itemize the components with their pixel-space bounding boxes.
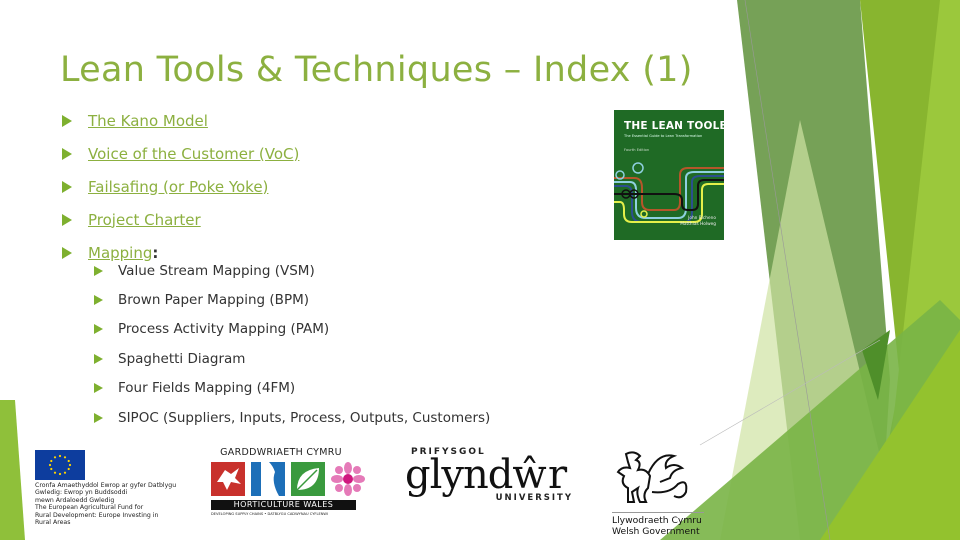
glyndwr-university-logo: PRIFYSGOL glyndŵr UNIVERSITY <box>405 447 585 503</box>
book-author: Matthias Holweg <box>680 222 716 227</box>
link-failsafing[interactable]: Failsafing (or Poke Yoke) <box>88 178 268 196</box>
triangle-bullet-icon <box>62 213 72 226</box>
facet-deep-green <box>862 330 890 400</box>
triangle-bullet-icon <box>62 147 72 160</box>
eu-flag-icon <box>35 450 85 480</box>
horticulture-band: HORTICULTURE WALES <box>211 500 356 510</box>
facet-line <box>699 339 881 446</box>
facet-light-green <box>880 0 960 540</box>
facet-pale-green <box>720 120 900 540</box>
link-voice-of-customer[interactable]: Voice of the Customer (VoC) <box>88 145 299 163</box>
sublist-item: Four Fields Mapping (4FM) <box>94 374 490 403</box>
horticulture-welsh-name: GARDDWRIAETH CYMRU <box>220 447 342 458</box>
book-title: THE LEAN TOOLBOX <box>624 120 724 132</box>
blue-river-tile-icon <box>251 462 285 496</box>
sublist-item-label: Four Fields Mapping (4FM) <box>118 380 296 397</box>
horticulture-wales-logo: GARDDWRIAETH CYMRU HORTICULTURE WALES DE… <box>211 447 381 527</box>
list-item: Project Charter <box>62 203 299 236</box>
triangle-bullet-icon <box>94 265 103 276</box>
link-project-charter[interactable]: Project Charter <box>88 211 201 229</box>
book-authors: John Bicheno Matthias Holweg <box>680 216 716 228</box>
link-kano-model[interactable]: The Kano Model <box>88 112 208 130</box>
sublist-item-label: SIPOC (Suppliers, Inputs, Process, Outpu… <box>118 409 491 426</box>
sublist-item-label: Brown Paper Mapping (BPM) <box>118 292 309 309</box>
sublist-item: Process Activity Mapping (PAM) <box>94 315 490 344</box>
welsh-government-divider <box>612 512 704 513</box>
slide-title: Lean Tools & Techniques – Index (1) <box>60 50 693 90</box>
triangle-bullet-icon <box>62 180 72 193</box>
facet-line <box>744 0 831 540</box>
sublist-item-label: Spaghetti Diagram <box>118 350 246 367</box>
triangle-bullet-icon <box>94 383 103 394</box>
facet-dark-green <box>737 0 890 540</box>
welsh-government-logo: Llywodraeth Cymru Welsh Government <box>612 448 712 537</box>
triangle-bullet-icon <box>94 324 103 335</box>
welsh-government-english-name: Welsh Government <box>612 526 700 537</box>
list-item: The Kano Model <box>62 104 299 137</box>
triangle-bullet-icon <box>94 295 103 306</box>
pink-flower-tile-icon <box>331 462 365 496</box>
eu-funding-text: Cronfa Amaethyddol Ewrop ar gyfer Datbly… <box>35 482 177 527</box>
book-cover-image: THE LEAN TOOLBOX The Essential Guide to … <box>614 110 724 240</box>
corner-wedge <box>0 400 25 540</box>
tool-list: The Kano Model Voice of the Customer (Vo… <box>62 104 299 269</box>
facet-bright-green <box>820 330 960 540</box>
list-item: Voice of the Customer (VoC) <box>62 137 299 170</box>
triangle-bullet-icon <box>62 114 72 127</box>
triangle-bullet-icon <box>94 412 103 423</box>
sublist-item: Brown Paper Mapping (BPM) <box>94 285 490 314</box>
horticulture-tagline: DEVELOPING SUPPLY CHAINS • DATBLYGU CADW… <box>211 512 329 516</box>
red-dragon-tile-icon <box>211 462 245 496</box>
glyndwr-wordmark: glyndŵr <box>405 452 567 498</box>
book-edition: Fourth Edition <box>624 148 650 152</box>
triangle-bullet-icon <box>62 246 72 259</box>
triangle-bullet-icon <box>94 353 103 364</box>
welsh-government-welsh-name: Llywodraeth Cymru <box>612 515 702 526</box>
sublist-item-label: Value Stream Mapping (VSM) <box>118 262 315 279</box>
list-item: Failsafing (or Poke Yoke) <box>62 170 299 203</box>
book-subtitle: The Essential Guide to Lean Transformati… <box>624 134 703 138</box>
facet-mid-green <box>860 0 960 540</box>
welsh-dragon-icon <box>616 451 688 503</box>
sublist-item: Value Stream Mapping (VSM) <box>94 256 490 285</box>
mapping-sublist: Value Stream Mapping (VSM) Brown Paper M… <box>94 256 490 432</box>
sublist-item-label: Process Activity Mapping (PAM) <box>118 321 330 338</box>
sublist-item: Spaghetti Diagram <box>94 344 490 373</box>
sublist-item: SIPOC (Suppliers, Inputs, Process, Outpu… <box>94 403 490 432</box>
eu-funding-logo: Cronfa Amaethyddol Ewrop ar gyfer Datbly… <box>35 450 185 526</box>
green-leaf-tile-icon <box>291 462 325 496</box>
